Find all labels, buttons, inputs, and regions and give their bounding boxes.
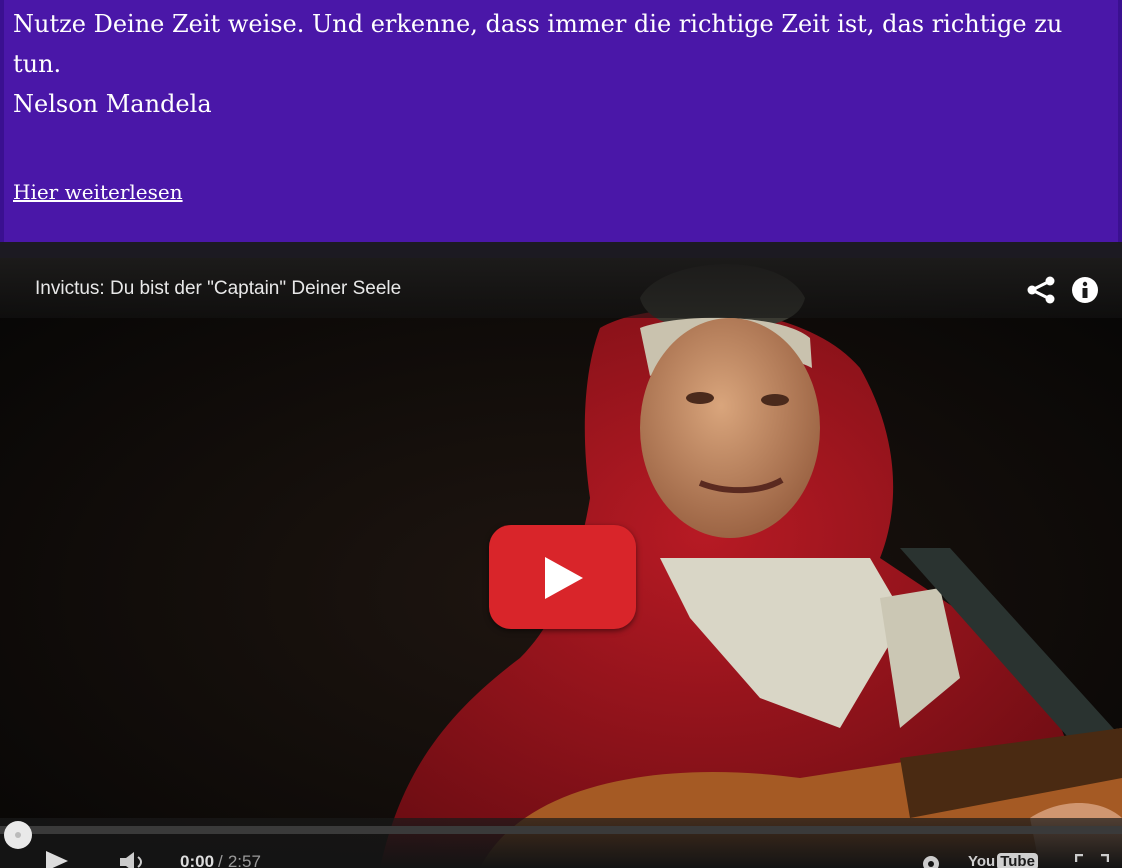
volume-icon[interactable] (120, 852, 154, 868)
time-total-wrap: / 2:57 (218, 852, 261, 868)
youtube-logo-you: You (968, 853, 996, 868)
play-icon[interactable] (44, 851, 70, 868)
control-bar: 0:00 / 2:57 You Tube (0, 818, 1122, 868)
youtube-logo-tube: Tube (997, 853, 1038, 868)
current-time: 0:00 (180, 852, 215, 868)
progress-bar[interactable] (0, 826, 1122, 834)
fullscreen-icon[interactable] (1075, 854, 1109, 868)
read-more-link[interactable]: Hier weiterlesen (13, 180, 183, 204)
share-icon[interactable] (1026, 276, 1056, 304)
scrubber-handle[interactable] (4, 821, 32, 849)
time-separator: / (218, 852, 223, 868)
youtube-logo[interactable]: You Tube (968, 853, 1038, 868)
play-button[interactable] (489, 525, 636, 629)
info-icon[interactable] (1072, 277, 1098, 303)
duration: 2:57 (227, 852, 261, 868)
title-bar: Invictus: Du bist der "Captain" Deiner S… (0, 258, 1122, 318)
play-icon (545, 557, 583, 599)
quote-box: Nutze Deine Zeit weise. Und erkenne, das… (0, 0, 1122, 242)
video-player[interactable]: Invictus: Du bist der "Captain" Deiner S… (0, 258, 1122, 868)
quote-text: Nutze Deine Zeit weise. Und erkenne, das… (13, 10, 1063, 78)
video-title[interactable]: Invictus: Du bist der "Captain" Deiner S… (35, 278, 401, 300)
settings-icon[interactable] (922, 855, 940, 868)
divider (0, 242, 1122, 258)
quote-author: Nelson Mandela (13, 90, 212, 118)
